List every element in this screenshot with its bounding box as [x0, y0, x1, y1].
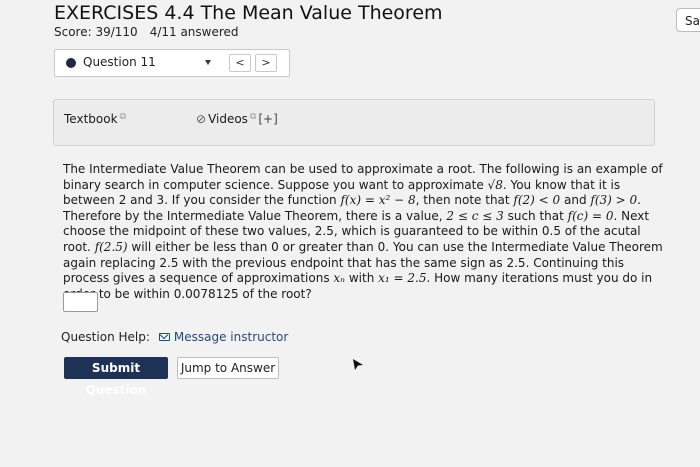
problem-text: The Intermediate Value Theorem can be us… — [63, 162, 663, 301]
question-help-label: Question Help: — [61, 330, 150, 344]
question-navigator: Question 11 < > — [54, 49, 290, 77]
videos-link[interactable]: ⊘ Videos ⧉ [+] — [196, 112, 278, 126]
question-select[interactable]: Question 11 — [55, 50, 223, 76]
videos-expand-button[interactable]: [+] — [258, 112, 277, 126]
chevron-down-icon — [205, 60, 211, 65]
score-line: Score: 39/110 4/11 answered — [54, 25, 239, 39]
status-bullet-icon — [66, 58, 76, 68]
paperclip-icon: ⊘ — [196, 112, 207, 126]
page-title: EXERCISES 4.4 The Mean Value Theorem — [54, 2, 443, 24]
score-text: Score: 39/110 — [54, 25, 138, 39]
external-link-icon: ⧉ — [249, 112, 257, 122]
jump-to-answer-button[interactable]: Jump to Answer — [177, 357, 279, 379]
question-select-label: Question 11 — [83, 55, 156, 69]
answered-count: 4/11 answered — [149, 25, 239, 39]
submit-question-button[interactable]: Submit Question — [64, 357, 168, 397]
help-resources-box: Textbook ⧉ ⊘ Videos ⧉ [+] — [53, 99, 655, 146]
textbook-link[interactable]: Textbook ⧉ — [64, 112, 126, 126]
next-question-button[interactable]: > — [255, 54, 277, 72]
message-instructor-link[interactable]: Message instructor — [174, 330, 288, 344]
videos-label: Videos — [208, 112, 248, 126]
previous-question-button[interactable]: < — [229, 54, 251, 72]
answer-input[interactable] — [63, 292, 98, 312]
textbook-label: Textbook — [64, 112, 118, 126]
external-link-icon: ⧉ — [119, 112, 126, 122]
question-help: Question Help: Message instructor — [61, 330, 288, 344]
mouse-cursor-icon — [353, 359, 363, 370]
save-button[interactable]: Sav — [676, 8, 700, 32]
mail-icon — [158, 333, 170, 341]
